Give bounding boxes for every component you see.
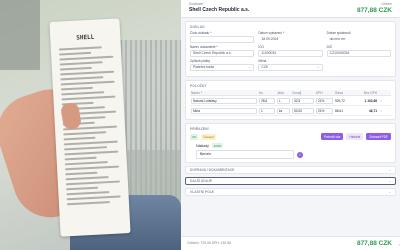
receipt-photo: SHELL xyxy=(0,0,181,250)
header-total: 877,88 CZK xyxy=(356,7,392,14)
cost-category-select[interactable]: Benzin ✓ xyxy=(196,150,303,159)
table-row: Natural Ludslavy 28,6 L 32,5 21% 929,72 … xyxy=(190,96,391,106)
supplier-label: Dodavatel xyxy=(189,2,204,6)
chevron-down-icon: ⌄ xyxy=(248,65,252,69)
column-header: Ks xyxy=(259,90,263,95)
receipt-title: SHELL xyxy=(76,33,95,42)
document-form-panel: Dodavatel Shell Czech Republic a.s. Celk… xyxy=(181,0,400,250)
delete-icon[interactable]: ✕ xyxy=(377,99,385,103)
section-doprava[interactable]: DOPRAVA / DOKUMENTACE ⌄ xyxy=(185,166,396,174)
item-subtotal: 929,72 xyxy=(335,98,345,103)
field-label: Název dodavatele * xyxy=(190,45,218,49)
issue-date-input[interactable]: 18.09.2024 xyxy=(258,36,323,43)
section-vlastni-pole[interactable]: VLASTNÍ POLE ⌄ xyxy=(185,188,396,196)
item-unit-input[interactable]: ks xyxy=(277,107,290,114)
history-button[interactable]: Historie xyxy=(346,133,364,140)
panel-header: Dodavatel Shell Czech Republic a.s. Celk… xyxy=(181,0,400,18)
photo-sign xyxy=(0,0,40,70)
delete-icon[interactable]: ✕ xyxy=(377,109,385,113)
item-price-input[interactable]: 53,00 xyxy=(292,107,314,114)
currency-value: CZK xyxy=(261,65,269,69)
dic-input[interactable]: CZ10000034 xyxy=(326,50,391,57)
document-number-input[interactable] xyxy=(190,36,255,43)
field-label: Způsob platby xyxy=(190,59,211,63)
supplier-name-input[interactable]: Shell Czech Republic a.s. xyxy=(190,50,255,57)
item-name-input[interactable]: Mina xyxy=(191,107,257,114)
column-header: DPH xyxy=(316,90,323,95)
item-total: 46,71 xyxy=(369,108,377,113)
section-polozky: POLOŽKY Název * Ks Jedn. Cena/j. DPH Sle… xyxy=(185,80,396,120)
footer-summary: Celkem: 729,06 DPH: 152,86 xyxy=(187,241,232,245)
cost-category-value: Benzin xyxy=(200,152,211,156)
field-label: Datum vystavení * xyxy=(258,31,285,35)
section-title: DALŠÍ ÚDAJE xyxy=(190,179,212,183)
field-label: Měna xyxy=(258,59,267,63)
section-title: VLASTNÍ POLE xyxy=(190,190,214,194)
show-pdf-button[interactable]: Zobrazit PDF xyxy=(366,133,391,140)
item-total: 1 102,68 xyxy=(364,98,377,103)
payment-method-value: Platební karta xyxy=(193,65,214,69)
ico-input[interactable]: 11000034 xyxy=(258,50,323,57)
cost-label: Náklady xyxy=(196,143,209,148)
field-label: DIČ xyxy=(326,45,333,49)
currency-select[interactable]: CZK ⌄ xyxy=(258,64,323,71)
total-label: Celkem xyxy=(381,2,392,6)
panel-footer: Celkem: 729,06 DPH: 152,86 877,88 CZK ‹ xyxy=(181,236,400,250)
check-icon: ✓ xyxy=(297,152,303,158)
section-dalsi-udaje[interactable]: DALŠÍ ÚDAJE ⌄ xyxy=(185,177,396,185)
item-unit-input[interactable]: L xyxy=(277,97,290,104)
receipt-paper: SHELL xyxy=(49,18,131,237)
item-vat-select[interactable]: 21% xyxy=(316,97,333,104)
column-header: Bez DPH xyxy=(363,90,377,95)
chevron-down-icon: ⌄ xyxy=(388,179,391,183)
column-header: Cena/j. xyxy=(292,90,303,95)
item-price-input[interactable]: 32,5 xyxy=(292,97,314,104)
chevron-down-icon: ⌄ xyxy=(388,168,391,172)
status-badge: OK xyxy=(190,133,199,140)
section-title: PŘIŘAZENÍ xyxy=(190,127,209,131)
section-doklad: DOKLAD Číslo dokladu * Datum vystavení *… xyxy=(185,21,396,77)
field-label: Číslo dokladu * xyxy=(190,31,212,35)
footer-total: 877,88 CZK xyxy=(356,240,392,247)
column-header: Název * xyxy=(191,90,203,95)
field-label: IČO xyxy=(258,45,264,49)
state-badge: Čekající xyxy=(201,133,217,140)
column-header: Sleva xyxy=(335,90,343,95)
payment-method-select[interactable]: Platební karta ⌄ xyxy=(190,64,255,71)
chevron-down-icon: ⌄ xyxy=(316,65,320,69)
section-title: DOPRAVA / DOKUMENTACE xyxy=(190,168,235,172)
item-qty-input[interactable]: 28,6 xyxy=(259,97,275,104)
item-subtotal: 86,61 xyxy=(335,108,343,113)
item-qty-input[interactable]: 1 xyxy=(259,107,275,114)
percent-badge: 100% xyxy=(211,143,223,148)
section-prirazeni: PŘIŘAZENÍ OK Čekající Potvrdit vše Histo… xyxy=(185,123,396,163)
column-header: Jedn. xyxy=(277,90,285,95)
item-name-input[interactable]: Natural Ludslavy xyxy=(191,97,257,104)
approve-all-button[interactable]: Potvrdit vše xyxy=(320,133,344,140)
field-label: Datum splatnosti xyxy=(326,31,351,35)
table-row: Mina 1 ks 53,00 21% 86,61 46,71 ✕ xyxy=(190,106,391,116)
item-vat-select[interactable]: 21% xyxy=(316,107,333,114)
section-title: DOKLAD xyxy=(190,25,205,29)
due-date-input[interactable]: dd.mm.rrrr xyxy=(326,36,391,43)
chevron-down-icon: ⌄ xyxy=(388,190,391,194)
section-title: POLOŽKY xyxy=(190,84,207,88)
